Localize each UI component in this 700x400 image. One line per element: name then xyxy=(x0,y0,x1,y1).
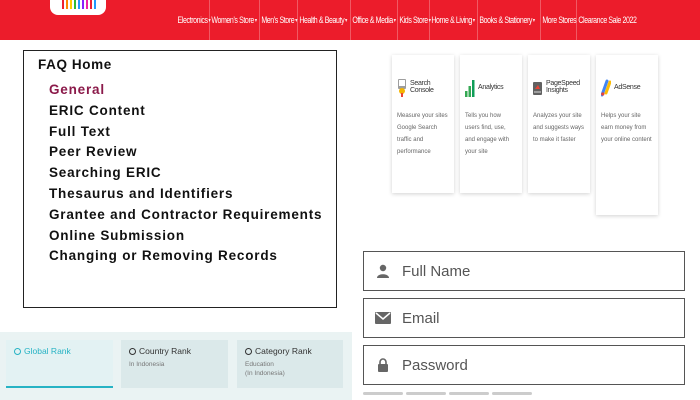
nav-item-clearance-sale[interactable]: Clearance Sale 2022 xyxy=(575,0,638,40)
faq-link-online-submission[interactable]: Online Submission xyxy=(49,227,329,245)
tab-category-rank[interactable]: Category Rank Education (In Indonesia) xyxy=(237,340,343,388)
envelope-icon xyxy=(364,299,402,337)
tab-sublabel: In Indonesia xyxy=(129,361,165,368)
tab-label: Category Rank xyxy=(255,346,312,356)
nav-item-kids-store[interactable]: Kids Store ▾ xyxy=(397,0,432,40)
tool-description: Analyzes your site and suggests ways to … xyxy=(533,113,585,143)
tool-description: Measure your sites Google Search traffic… xyxy=(397,113,448,155)
password-field-wrapper xyxy=(363,345,685,385)
nav-label: Electronics xyxy=(177,15,208,25)
category-icon xyxy=(245,348,252,356)
user-icon xyxy=(364,252,402,290)
nav-item-mens-store[interactable]: Men's Store ▾ xyxy=(259,0,299,40)
nav-label: Office & Media xyxy=(352,15,393,25)
chevron-down-icon: ▾ xyxy=(393,17,396,24)
analytics-icon xyxy=(465,77,475,97)
nav-item-womens-store[interactable]: Women's Store ▾ xyxy=(209,0,258,40)
faq-link-grantee-requirements[interactable]: Grantee and Contractor Requirements xyxy=(49,206,329,224)
nav-label: Home & Living xyxy=(431,15,473,25)
nav-label: Books & Stationery xyxy=(479,15,532,25)
faq-link-peer-review[interactable]: Peer Review xyxy=(49,143,329,161)
full-name-field-wrapper xyxy=(363,251,685,291)
chevron-down-icon: ▾ xyxy=(344,17,347,24)
faq-link-searching-eric[interactable]: Searching ERIC xyxy=(49,164,329,182)
tool-description: Helps your site earn money from your onl… xyxy=(601,113,652,143)
faq-link-changing-records[interactable]: Changing or Removing Records xyxy=(49,247,329,265)
nav-item-more-stores[interactable]: More Stores xyxy=(540,0,578,40)
faq-link-general[interactable]: General xyxy=(49,81,329,99)
nav-item-health-beauty[interactable]: Health & Beauty ▾ xyxy=(296,0,349,40)
email-input[interactable] xyxy=(402,303,662,333)
globe-icon xyxy=(14,348,21,356)
nav-label: Men's Store xyxy=(261,15,295,25)
rank-tabs: Global Rank Country Rank In Indonesia Ca… xyxy=(0,332,352,400)
tool-card-search-console[interactable]: Search Console Measure your sites Google… xyxy=(392,55,454,193)
email-field-wrapper xyxy=(363,298,685,338)
tab-global-rank[interactable]: Global Rank xyxy=(6,340,113,388)
strength-segment xyxy=(406,392,446,395)
tab-label: Global Rank xyxy=(24,346,71,356)
faq-link-list: General ERIC Content Full Text Peer Revi… xyxy=(49,81,329,268)
tool-card-analytics[interactable]: Analytics Tells you how users find, use,… xyxy=(460,55,522,193)
faq-title[interactable]: FAQ Home xyxy=(38,57,112,72)
barcode-icon xyxy=(62,0,96,9)
nav-label: Clearance Sale 2022 xyxy=(577,15,637,25)
tool-name: AdSense xyxy=(614,83,641,91)
tab-sublabel: Education xyxy=(245,361,274,368)
tool-name: PageSpeed Insights xyxy=(546,80,580,94)
chevron-down-icon: ▾ xyxy=(473,17,476,24)
nav-label: Health & Beauty xyxy=(299,15,345,25)
search-console-icon xyxy=(397,77,407,97)
strength-segment xyxy=(449,392,489,395)
tab-sublabel: (In Indonesia) xyxy=(245,370,285,377)
top-nav-bar: Electronics ▾ Women's Store ▾ Men's Store ▾… xyxy=(0,0,700,40)
nav-label: Kids Store xyxy=(399,15,429,25)
strength-segment xyxy=(363,392,403,395)
category-nav: Electronics ▾ Women's Store ▾ Men's Store ▾… xyxy=(176,0,642,40)
adsense-icon xyxy=(600,77,612,97)
tool-card-adsense[interactable]: AdSense Helps your site earn money from … xyxy=(596,55,658,215)
faq-panel: FAQ Home General ERIC Content Full Text … xyxy=(23,50,337,308)
nav-label: Women's Store xyxy=(211,15,254,25)
tab-label: Country Rank xyxy=(139,346,191,356)
flag-icon xyxy=(129,348,136,356)
chevron-down-icon: ▾ xyxy=(532,17,535,24)
lock-icon xyxy=(364,346,402,384)
nav-item-home-living[interactable]: Home & Living ▾ xyxy=(429,0,476,40)
nav-item-office-media[interactable]: Office & Media ▾ xyxy=(349,0,397,40)
tool-card-pagespeed[interactable]: PageSpeed Insights Analyzes your site an… xyxy=(528,55,590,193)
faq-link-thesaurus[interactable]: Thesaurus and Identifiers xyxy=(49,185,329,203)
tool-name: Search Console xyxy=(410,80,434,94)
password-input[interactable] xyxy=(402,350,662,380)
full-name-input[interactable] xyxy=(402,256,662,286)
strength-segment xyxy=(492,392,532,395)
faq-link-full-text[interactable]: Full Text xyxy=(49,123,329,141)
tool-description: Tells you how users find, use, and engag… xyxy=(465,113,510,155)
nav-item-books-stationery[interactable]: Books & Stationery ▾ xyxy=(476,0,536,40)
tool-name: Analytics xyxy=(478,83,504,91)
chevron-down-icon: ▾ xyxy=(254,17,257,24)
tab-country-rank[interactable]: Country Rank In Indonesia xyxy=(121,340,228,388)
pagespeed-icon xyxy=(533,77,543,97)
faq-link-eric-content[interactable]: ERIC Content xyxy=(49,102,329,120)
nav-item-electronics[interactable]: Electronics ▾ xyxy=(176,0,212,40)
store-logo[interactable] xyxy=(50,0,106,15)
nav-label: More Stores xyxy=(542,15,577,25)
password-strength-meter xyxy=(363,392,532,395)
